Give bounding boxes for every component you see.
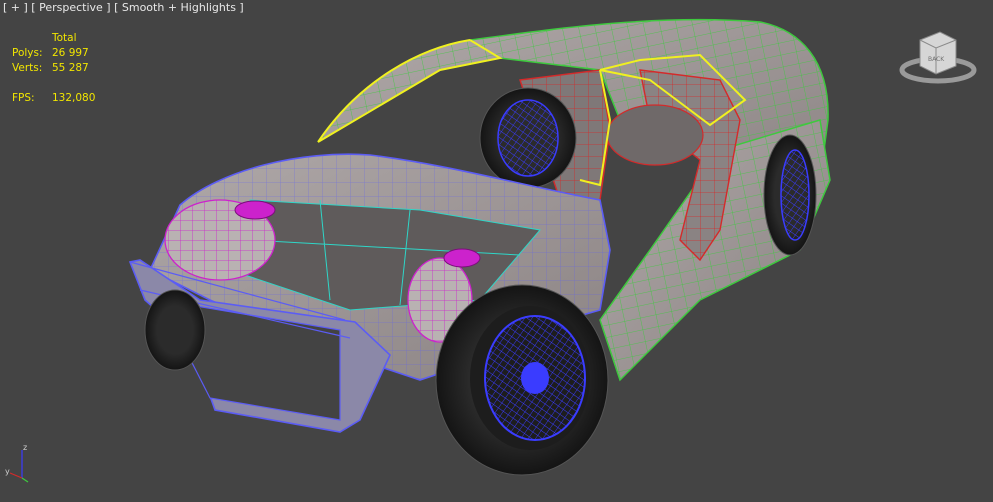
axis-tripod: z y [5,443,29,483]
fps-value: 132,080 [52,92,96,104]
cube-icon[interactable] [919,31,957,75]
polys-value: 26 997 [52,47,89,59]
left-strut-tower[interactable] [164,199,276,281]
z-axis-label: z [23,443,27,452]
y-axis-label: y [5,467,10,476]
car-model-scene[interactable] [0,0,993,502]
viewport-menu-button[interactable]: [ + ] [3,1,28,14]
verts-value: 55 287 [52,62,89,74]
viewcube-face-label: BACK [928,56,945,63]
polys-label: Polys: [12,47,43,59]
viewport-label[interactable]: [ + ] [ Perspective ] [ Smooth + Highlig… [3,1,244,14]
shading-mode-menu[interactable]: [ Smooth + Highlights ] [114,1,244,14]
verts-label: Verts: [12,62,43,74]
stats-header: Total [52,32,77,44]
rear-left-wheel[interactable] [479,87,577,189]
viewcube[interactable]: BACK [898,28,978,88]
y-axis-line [21,477,29,483]
fps-label: FPS: [12,92,35,104]
view-type-menu[interactable]: [ Perspective ] [31,1,110,14]
x-axis-line [9,472,23,479]
front-right-wheel[interactable] [435,284,609,476]
front-left-wheel[interactable] [144,289,206,371]
perspective-viewport[interactable]: [ + ] [ Perspective ] [ Smooth + Highlig… [0,0,993,502]
rear-right-wheel[interactable] [763,134,817,256]
